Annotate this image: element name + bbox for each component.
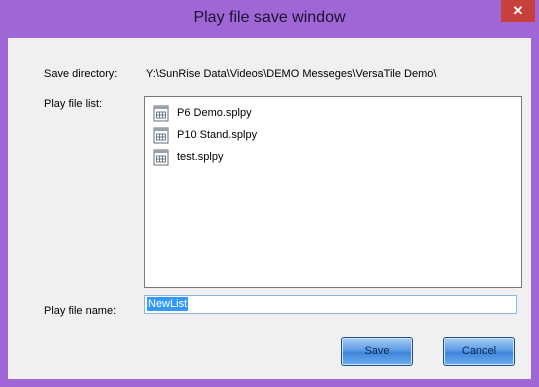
- file-icon: [153, 149, 169, 165]
- play-file-name-label: Play file name:: [44, 305, 117, 317]
- dialog-window: Play file save window ✕ Save directory: …: [0, 0, 539, 387]
- file-icon: [153, 127, 169, 143]
- list-item[interactable]: P6 Demo.splpy: [153, 103, 252, 123]
- save-directory-value: Y:\SunRise Data\Videos\DEMO Messeges\Ver…: [146, 68, 437, 80]
- play-file-name-value: NewList: [147, 297, 189, 311]
- close-icon: ✕: [512, 3, 524, 18]
- save-directory-label: Save directory:: [44, 68, 118, 80]
- file-name: P10 Stand.splpy: [177, 129, 258, 141]
- dialog-content: Save directory: Y:\SunRise Data\Videos\D…: [8, 38, 531, 379]
- window-title: Play file save window: [193, 9, 346, 26]
- list-item[interactable]: test.splpy: [153, 147, 223, 167]
- file-name: test.splpy: [177, 151, 224, 163]
- close-button[interactable]: ✕: [501, 0, 535, 22]
- save-button[interactable]: Save: [341, 337, 413, 366]
- play-file-name-input[interactable]: NewList: [144, 295, 517, 314]
- play-file-list[interactable]: P6 Demo.splpy P10 Stand.splpy test.splpy: [144, 96, 522, 288]
- cancel-button[interactable]: Cancel: [443, 337, 515, 366]
- file-icon: [153, 105, 169, 121]
- file-name: P6 Demo.splpy: [177, 107, 252, 119]
- title-bar[interactable]: Play file save window ✕: [0, 0, 539, 38]
- play-file-list-label: Play file list:: [44, 98, 103, 110]
- list-item[interactable]: P10 Stand.splpy: [153, 125, 257, 145]
